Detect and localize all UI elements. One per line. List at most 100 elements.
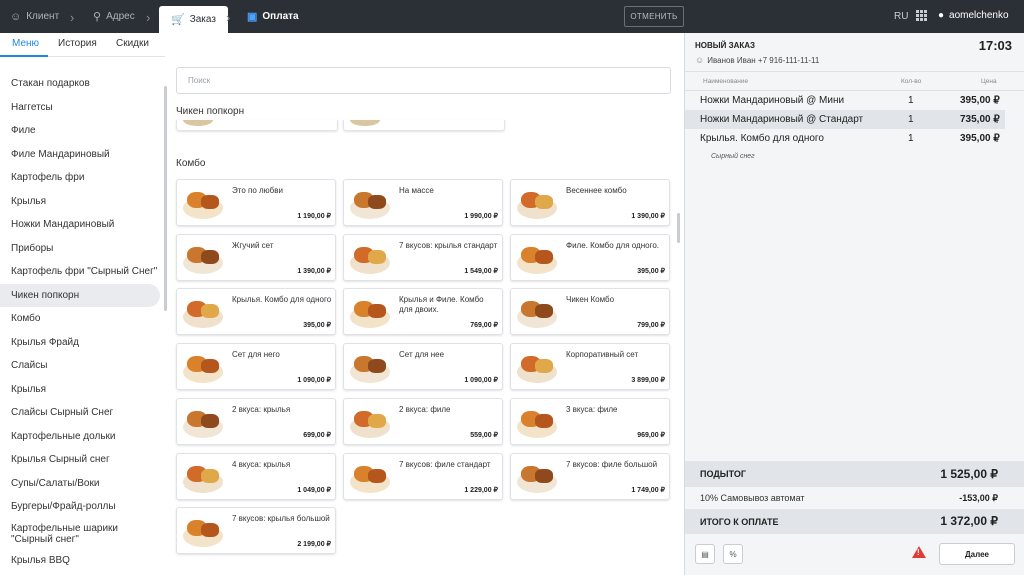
product-name: 3 вкуса: филе <box>566 404 618 414</box>
product-card[interactable]: 7 вкусов: крылья стандарт 1 549,00 ₽ <box>343 233 503 281</box>
product-name: 2 вкуса: филе <box>399 404 451 414</box>
discount-button[interactable]: % <box>723 544 743 564</box>
product-image <box>513 402 561 443</box>
comment-button[interactable]: ▤ <box>695 544 715 564</box>
category-item[interactable]: Супы/Салаты/Воки <box>0 472 160 496</box>
order-line-price: 395,00 ₽ <box>960 95 1000 106</box>
product-card[interactable]: Жгучий сет 1 390,00 ₽ <box>176 233 336 281</box>
product-card[interactable]: Это по любви 1 190,00 ₽ <box>176 179 336 226</box>
order-line-qty: 1 <box>908 95 914 106</box>
product-price: 1 090,00 ₽ <box>464 377 498 385</box>
tab-discounts[interactable]: Скидки <box>116 38 149 49</box>
order-line-name: Ножки Мандариновый @ Стандарт <box>700 114 864 125</box>
apps-grid-icon[interactable] <box>916 10 927 21</box>
product-card[interactable]: 7 вкусов: филе стандарт 1 229,00 ₽ <box>343 452 503 500</box>
crumb-order[interactable]: 🛒 Заказ <box>159 6 228 33</box>
category-item[interactable]: Картофельные шарики "Сырный снег" <box>0 519 160 549</box>
order-line-qty: 1 <box>908 114 914 125</box>
category-item[interactable]: Филе <box>0 119 160 143</box>
order-line[interactable]: Крылья. Комбо для одного 1 395,00 ₽ <box>685 129 1005 148</box>
username: aomelchenko <box>949 10 1009 21</box>
product-card[interactable]: На массе 1 990,00 ₽ <box>343 179 503 226</box>
product-card[interactable]: Корпоративный сет 3 899,00 ₽ <box>510 343 670 391</box>
product-card[interactable]: 7 вкусов: крылья большой 2 199,00 ₽ <box>176 507 336 555</box>
product-card[interactable]: Чикен Комбо 799,00 ₽ <box>510 288 670 336</box>
product-price: 1 749,00 ₽ <box>631 486 665 494</box>
product-image <box>513 183 561 224</box>
product-image <box>346 238 394 279</box>
user-menu[interactable]: ● aomelchenko <box>938 10 1009 21</box>
product-card[interactable]: Сет для него 1 090,00 ₽ <box>176 343 336 391</box>
product-name: Жгучий сет <box>232 240 274 250</box>
product-image <box>346 347 394 388</box>
client-info[interactable]: ☺ Иванов Иван +7 916-111-11-11 <box>695 55 819 65</box>
category-item[interactable]: Крылья <box>0 190 160 214</box>
category-list: Стакан подарков Наггетсы Филе Филе Манда… <box>0 72 160 572</box>
menu-tabs: Меню История Скидки <box>0 33 165 57</box>
category-item[interactable]: Слайсы <box>0 354 160 378</box>
cancel-button[interactable]: ОТМЕНИТЬ <box>624 6 684 27</box>
category-item[interactable]: Филе Мандариновый <box>0 143 160 167</box>
order-time: 17:03 <box>978 38 1012 53</box>
product-name: Крылья. Комбо для одного <box>232 295 332 305</box>
order-panel: НОВЫЙ ЗАКАЗ 17:03 ☺ Иванов Иван +7 916-1… <box>684 33 1024 575</box>
category-item[interactable]: Картофель фри <box>0 166 160 190</box>
category-item[interactable]: Крылья Сырный снег <box>0 448 160 472</box>
language-switch[interactable]: RU <box>894 11 908 22</box>
product-card-partial[interactable] <box>176 120 338 131</box>
search-input[interactable]: Поиск <box>176 67 671 94</box>
product-name: Сет для него <box>232 350 280 360</box>
product-card[interactable]: 4 вкуса: крылья 1 049,00 ₽ <box>176 452 336 500</box>
crumb-payment[interactable]: ▣ Оплата <box>247 0 299 33</box>
category-item[interactable]: Крылья <box>0 378 160 402</box>
product-card[interactable]: Крылья. Комбо для одного 395,00 ₽ <box>176 288 336 336</box>
product-name: 2 вкуса: крылья <box>232 404 291 414</box>
user-icon: ☺ <box>695 55 705 65</box>
total-value: 1 372,00 ₽ <box>940 514 998 528</box>
more-icon[interactable] <box>996 95 1000 106</box>
col-price: Цена <box>981 78 997 85</box>
subtotal-label: ПОДЫТОГ <box>700 469 746 479</box>
product-price: 1 190,00 ₽ <box>297 213 331 220</box>
more-icon[interactable] <box>996 114 1000 125</box>
user-icon: ● <box>938 10 945 21</box>
category-item[interactable]: Наггетсы <box>0 96 160 120</box>
crumb-address[interactable]: ⚲ Адрес <box>93 0 135 33</box>
warning-icon[interactable] <box>912 546 926 558</box>
product-name: Крылья и Филе. Комбо для двоих. <box>399 295 484 315</box>
product-card[interactable]: 7 вкусов: филе большой 1 749,00 ₽ <box>510 452 670 500</box>
category-item[interactable]: Крылья Фрайд <box>0 331 160 355</box>
product-card[interactable]: Филе. Комбо для одного. 395,00 ₽ <box>510 233 670 281</box>
category-item[interactable]: Стакан подарков <box>0 72 160 96</box>
product-card-partial[interactable] <box>343 120 505 131</box>
order-line[interactable]: Ножки Мандариновый @ Мини 1 395,00 ₽ <box>685 91 1005 110</box>
product-price: 969,00 ₽ <box>637 431 665 439</box>
product-price: 395,00 ₽ <box>637 267 665 275</box>
product-name: 7 вкусов: филе стандарт <box>399 459 491 469</box>
crumb-client[interactable]: ☺ Клиент <box>10 0 59 33</box>
next-button[interactable]: Далее <box>939 543 1015 565</box>
cart-icon: 🛒 <box>171 14 185 26</box>
category-item[interactable]: Приборы <box>0 237 160 261</box>
category-item[interactable]: Крылья BBQ <box>0 549 160 573</box>
product-card[interactable]: 3 вкуса: филе 969,00 ₽ <box>510 397 670 445</box>
category-item-active[interactable]: Чикен попкорн <box>0 283 160 307</box>
product-card[interactable]: 2 вкуса: филе 559,00 ₽ <box>343 397 503 445</box>
order-line-selected[interactable]: Ножки Мандариновый @ Стандарт 1 735,00 ₽ <box>685 110 1005 129</box>
discount-row[interactable]: 10% Самовывоз автомат -153,00 ₽ <box>685 487 1024 509</box>
product-card[interactable]: Весеннее комбо 1 390,00 ₽ <box>510 179 670 226</box>
more-icon[interactable] <box>996 133 1000 144</box>
category-item[interactable]: Ножки Мандариновый <box>0 213 160 237</box>
category-item[interactable]: Комбо <box>0 307 160 331</box>
product-card[interactable]: Крылья и Филе. Комбо для двоих. 769,00 ₽ <box>343 288 503 336</box>
tab-menu[interactable]: Меню <box>12 38 39 49</box>
product-scrollbar[interactable] <box>677 213 680 243</box>
product-card[interactable]: 2 вкуса: крылья 699,00 ₽ <box>176 397 336 445</box>
category-scrollbar[interactable] <box>164 86 167 311</box>
category-item[interactable]: Картофель фри "Сырный Снег" <box>0 260 160 284</box>
category-item[interactable]: Картофельные дольки <box>0 425 160 449</box>
category-item[interactable]: Бургеры/Фрайд-роллы <box>0 495 160 519</box>
category-item[interactable]: Слайсы Сырный Снег <box>0 401 160 425</box>
tab-history[interactable]: История <box>58 38 97 49</box>
product-card[interactable]: Сет для нее 1 090,00 ₽ <box>343 343 503 391</box>
